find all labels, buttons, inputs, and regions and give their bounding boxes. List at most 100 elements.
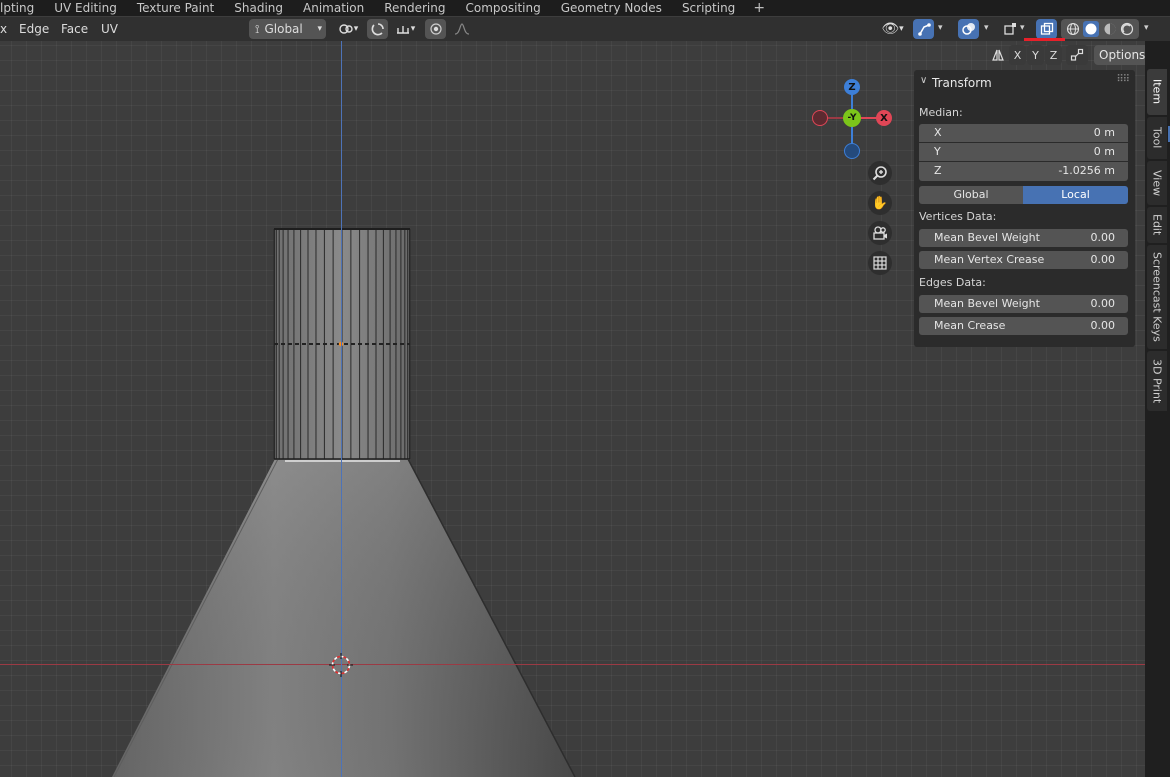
- local-space-button[interactable]: Local: [1023, 186, 1128, 204]
- proportional-editing-toggle[interactable]: [425, 19, 446, 39]
- field-value: 0 m: [1093, 145, 1115, 158]
- zoom-icon[interactable]: [868, 161, 892, 185]
- tab-texture-paint[interactable]: Texture Paint: [127, 0, 224, 16]
- chevron-down-icon: ▾: [410, 24, 416, 34]
- tab-edit[interactable]: Edit: [1147, 207, 1167, 243]
- menu-face[interactable]: Face: [61, 17, 88, 41]
- chevron-down-icon[interactable]: ▾: [984, 23, 989, 33]
- mirror-y-toggle[interactable]: Y: [1027, 45, 1044, 65]
- tab-geometry-nodes[interactable]: Geometry Nodes: [551, 0, 672, 16]
- blender-window: lpting UV Editing Texture Paint Shading …: [0, 0, 1170, 777]
- global-space-button[interactable]: Global: [919, 186, 1023, 204]
- gizmo-neg-x-axis[interactable]: [812, 110, 828, 126]
- falloff-dropdown[interactable]: [448, 19, 476, 39]
- mesh-overlay-icon: [1003, 23, 1016, 35]
- add-workspace-button[interactable]: +: [745, 1, 773, 15]
- perspective-grid-icon[interactable]: [868, 251, 892, 275]
- median-y-field[interactable]: Y 0 m: [919, 143, 1128, 161]
- gizmo-icon: [917, 23, 931, 36]
- falloff-curve-icon: [454, 23, 470, 35]
- tab-tool[interactable]: Tool: [1147, 117, 1167, 159]
- tab-uv-editing[interactable]: UV Editing: [44, 0, 127, 16]
- xray-toggle[interactable]: [1036, 19, 1057, 39]
- 3d-cursor-icon[interactable]: [329, 653, 353, 677]
- field-value: 0.00: [1090, 319, 1116, 332]
- drag-handle-icon[interactable]: ⠿⠿: [1116, 74, 1130, 85]
- mean-bevel-weight-vertex-field[interactable]: Mean Bevel Weight 0.00: [919, 229, 1128, 247]
- sidebar-tabs: Item Tool View Edit Screencast Keys 3D P…: [1145, 41, 1170, 777]
- field-label: Mean Vertex Crease: [934, 253, 1045, 266]
- field-label: Mean Bevel Weight: [934, 231, 1040, 244]
- median-x-field[interactable]: X 0 m: [919, 124, 1128, 142]
- overlays-icon: [961, 23, 975, 35]
- vertices-data-label: Vertices Data:: [919, 210, 997, 223]
- shading-mode-group: [1061, 19, 1139, 39]
- tab-3d-print[interactable]: 3D Print: [1147, 351, 1167, 411]
- field-label: X: [934, 126, 942, 139]
- field-label: Mean Bevel Weight: [934, 297, 1040, 310]
- mirror-icon[interactable]: [988, 45, 1008, 65]
- mean-bevel-weight-edge-field[interactable]: Mean Bevel Weight 0.00: [919, 295, 1128, 313]
- options-label: Options: [1099, 48, 1146, 62]
- gizmo-toggle[interactable]: [913, 19, 934, 39]
- wireframe-shading-icon[interactable]: [1066, 22, 1080, 36]
- field-value: -1.0256 m: [1058, 164, 1115, 177]
- tab-view[interactable]: View: [1147, 161, 1167, 205]
- chevron-down-icon: ▾: [899, 24, 904, 34]
- mean-crease-field[interactable]: Mean Crease 0.00: [919, 317, 1128, 335]
- hand-pan-icon[interactable]: ✋: [868, 191, 892, 215]
- proportional-icon: [429, 23, 442, 35]
- tab-rendering[interactable]: Rendering: [374, 0, 455, 16]
- chevron-down-icon[interactable]: ▾: [1020, 23, 1025, 33]
- header-menu-cut: x: [0, 22, 8, 36]
- field-label: Y: [934, 145, 941, 158]
- tab-screencast-keys[interactable]: Screencast Keys: [1147, 245, 1167, 349]
- menu-uv[interactable]: UV: [101, 17, 118, 41]
- rendered-shading-icon[interactable]: [1120, 22, 1134, 36]
- pivot-point-dropdown[interactable]: ▾: [333, 19, 363, 39]
- tab-animation[interactable]: Animation: [293, 0, 374, 16]
- snap-increment-icon: [396, 26, 409, 34]
- chevron-down-icon[interactable]: ▾: [1144, 23, 1149, 33]
- tab-item[interactable]: Item: [1147, 69, 1167, 115]
- menu-edge[interactable]: Edge: [19, 17, 49, 41]
- field-value: 0 m: [1093, 126, 1115, 139]
- transform-panel: ∨ Transform ⠿⠿ Median: X 0 m Y 0 m Z -1.…: [914, 70, 1135, 347]
- chevron-down-icon: ▾: [317, 24, 322, 34]
- overlays-toggle[interactable]: [958, 19, 979, 39]
- gizmo-x-axis[interactable]: X: [876, 110, 892, 126]
- material-shading-icon[interactable]: [1103, 22, 1117, 36]
- gizmo-neg-z-axis[interactable]: [844, 143, 860, 159]
- tab-compositing[interactable]: Compositing: [455, 0, 550, 16]
- snap-toggle[interactable]: [367, 19, 388, 39]
- median-z-field[interactable]: Z -1.0256 m: [919, 162, 1128, 181]
- mean-vertex-crease-field[interactable]: Mean Vertex Crease 0.00: [919, 251, 1128, 269]
- field-value: 0.00: [1090, 297, 1116, 310]
- panel-title[interactable]: Transform: [932, 76, 992, 90]
- tab-sculpting[interactable]: lpting: [0, 0, 44, 16]
- chevron-down-icon[interactable]: ▾: [938, 23, 943, 33]
- navigation-gizmo[interactable]: Z -Y X: [808, 77, 898, 162]
- snap-target-dropdown[interactable]: ▾: [390, 19, 420, 39]
- mesh-edit-overlays-toggle[interactable]: [999, 19, 1020, 39]
- camera-icon[interactable]: [868, 221, 892, 245]
- gizmo-neg-y-axis[interactable]: -Y: [843, 109, 861, 127]
- workspace-tabs: lpting UV Editing Texture Paint Shading …: [0, 0, 1170, 16]
- visibility-dropdown[interactable]: 👁 ▾: [876, 19, 909, 39]
- mirror-x-toggle[interactable]: X: [1009, 45, 1026, 65]
- edges-data-label: Edges Data:: [919, 276, 986, 289]
- field-label: Z: [934, 164, 942, 177]
- gizmo-z-axis[interactable]: Z: [844, 79, 860, 95]
- transform-orientation-dropdown[interactable]: ⟟ Global ▾: [249, 19, 326, 39]
- pivot-icon: [339, 24, 353, 34]
- xray-icon: [1040, 22, 1053, 35]
- mirror-z-toggle[interactable]: Z: [1045, 45, 1062, 65]
- tab-scripting[interactable]: Scripting: [672, 0, 745, 16]
- viewport-header: x Edge Face UV ⟟ Global ▾ ▾ ▾ 👁 ▾ ▾ ▾ ▾ …: [0, 17, 1170, 41]
- solid-shading-icon[interactable]: [1083, 21, 1100, 37]
- auto-merge-icon[interactable]: [1066, 45, 1088, 65]
- tab-shading[interactable]: Shading: [224, 0, 293, 16]
- field-label: Mean Crease: [934, 319, 1006, 332]
- collapse-chevron-icon[interactable]: ∨: [920, 75, 927, 86]
- field-value: 0.00: [1090, 231, 1116, 244]
